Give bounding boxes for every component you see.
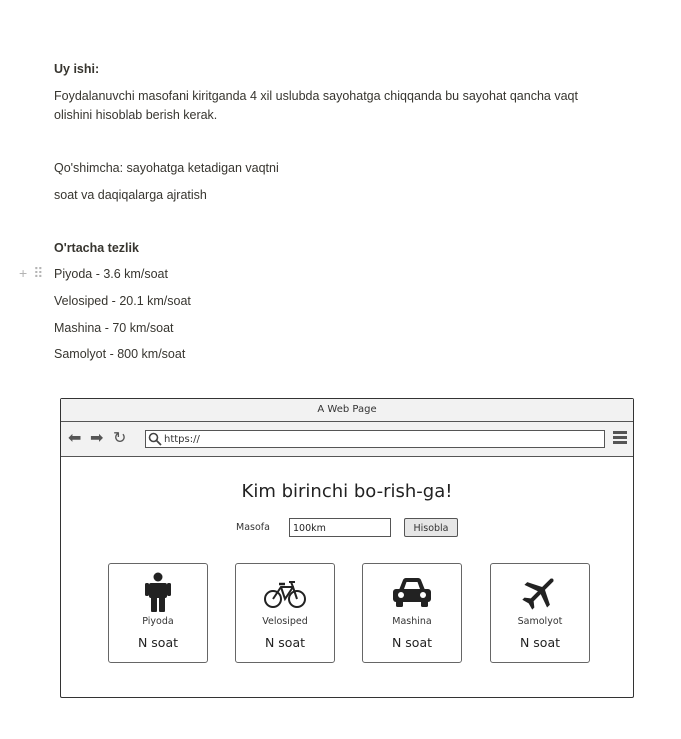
distance-input: 100km [289, 518, 391, 537]
mode-name: Velosiped [262, 616, 308, 627]
search-icon [148, 432, 162, 446]
walking-person-icon [145, 572, 171, 612]
extra-text-line-2: soat va daqiqalarga ajratish [54, 188, 207, 202]
forward-arrow-icon: ➡ [90, 428, 104, 447]
wireframe-mockup-image: A Web Page ⬅ ➡ ↻ https:// Kim birinchi b… [60, 398, 634, 698]
mode-name: Samolyot [517, 616, 563, 627]
window-title: A Web Page [61, 399, 633, 422]
mode-time: N soat [137, 635, 179, 650]
speed-heading: O'rtacha tezlik [54, 241, 139, 255]
speed-item-bicycle: Velosiped - 20.1 km/soat [54, 294, 191, 308]
mode-card-plane: Samolyot N soat [490, 563, 590, 663]
browser-toolbar: ⬅ ➡ ↻ https:// [61, 422, 633, 457]
task-text-line-2: olishini hisoblab berish kerak. [54, 108, 218, 122]
url-bar: https:// [145, 430, 605, 448]
drag-handle-icon[interactable]: ⠿ [33, 265, 43, 282]
airplane-icon [522, 578, 554, 610]
mode-card-car: Mashina N soat [362, 563, 462, 663]
distance-label: Masofa [236, 522, 270, 533]
hamburger-menu-icon [613, 431, 627, 445]
car-icon [393, 578, 431, 607]
mode-time: N soat [264, 635, 306, 650]
back-arrow-icon: ⬅ [68, 428, 82, 447]
mode-time: N soat [391, 635, 433, 650]
speed-item-walk: Piyoda - 3.6 km/soat [54, 267, 168, 281]
url-text: https:// [164, 434, 200, 445]
mode-name: Mashina [392, 616, 432, 627]
task-text-line-1: Foydalanuvchi masofani kiritganda 4 xil … [54, 89, 578, 103]
homework-heading: Uy ishi: [54, 62, 100, 76]
mode-card-bicycle: Velosiped N soat [235, 563, 335, 663]
extra-text-line-1: Qo'shimcha: sayohatga ketadigan vaqtni [54, 161, 279, 175]
mode-card-walk: Piyoda N soat [108, 563, 208, 663]
add-block-icon[interactable]: + [19, 265, 27, 282]
block-handle[interactable]: + ⠿ [19, 265, 43, 282]
calculate-button: Hisobla [404, 518, 458, 537]
reload-icon: ↻ [113, 428, 127, 447]
mode-time: N soat [519, 635, 561, 650]
bicycle-icon [264, 581, 306, 608]
speed-item-car: Mashina - 70 km/soat [54, 321, 174, 335]
page-heading: Kim birinchi bo-rish-ga! [241, 481, 453, 502]
speed-item-plane: Samolyot - 800 km/soat [54, 347, 186, 361]
mode-name: Piyoda [142, 616, 174, 627]
